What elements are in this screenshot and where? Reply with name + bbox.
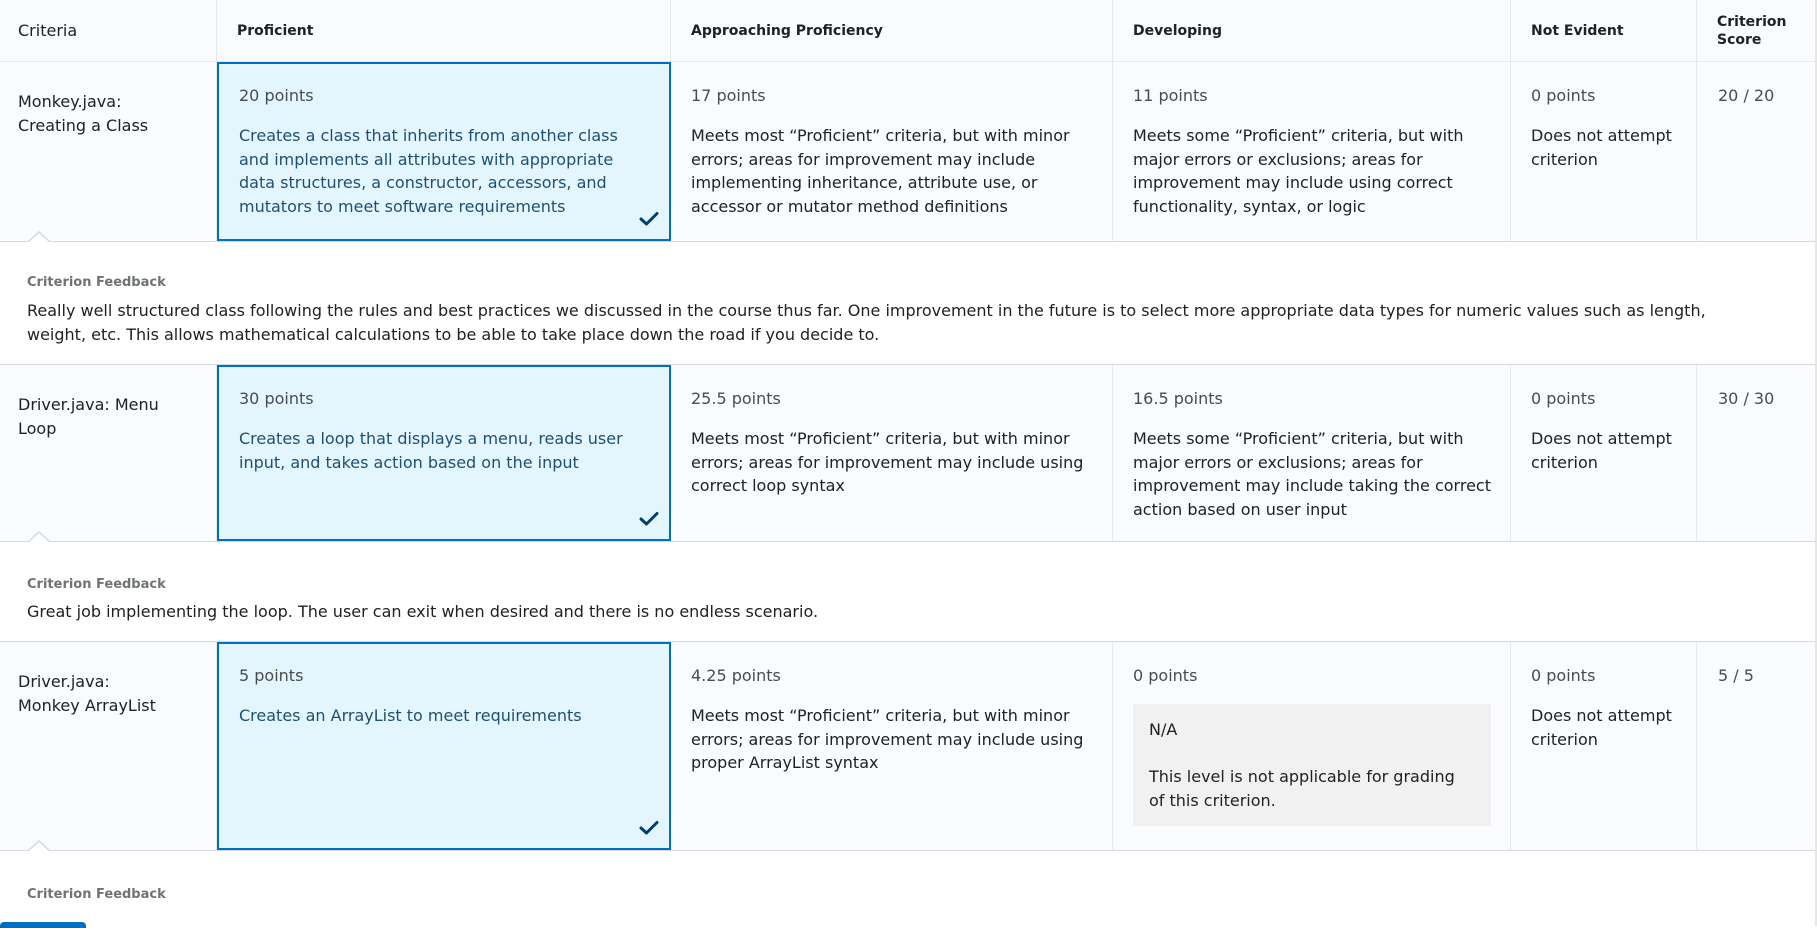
header-criteria: Criteria (0, 0, 217, 61)
not-applicable-title: N/A (1149, 720, 1178, 739)
level-description: Does not attempt criterion (1531, 706, 1672, 749)
level-approaching[interactable]: 4.25 points Meets most “Proficient” crit… (671, 642, 1113, 850)
feedback-label: Criterion Feedback (27, 887, 166, 902)
level-points: 0 points (1531, 389, 1596, 408)
level-points: 20 points (239, 86, 314, 105)
header-not-evident: Not Evident (1511, 0, 1697, 61)
not-applicable-text: This level is not applicable for grading… (1149, 767, 1455, 810)
header-criterion-score: Criterion Score (1697, 0, 1815, 61)
criterion-feedback: Criterion Feedback Great job implementin… (0, 542, 1815, 642)
level-description: Meets some “Proficient” criteria, but wi… (1133, 126, 1464, 216)
level-points: 25.5 points (691, 389, 781, 408)
criterion-feedback: Criterion Feedback Really well structure… (0, 242, 1815, 365)
header-approaching-label: Approaching Proficiency (691, 22, 883, 39)
criterion-score-cell: 20 / 20 (1697, 62, 1815, 241)
level-description: Meets most “Proficient” criteria, but wi… (691, 429, 1084, 495)
level-proficient-selected[interactable]: 20 points Creates a class that inherits … (217, 62, 671, 241)
level-proficient-selected[interactable]: 5 points Creates an ArrayList to meet re… (217, 642, 671, 850)
level-points: 16.5 points (1133, 389, 1223, 408)
level-points: 30 points (239, 389, 314, 408)
level-description: Creates a class that inherits from anoth… (239, 126, 618, 216)
criterion-row: Driver.java: Menu Loop 30 points Creates… (0, 365, 1815, 542)
level-proficient-selected[interactable]: 30 points Creates a loop that displays a… (217, 365, 671, 541)
criterion-score: 20 / 20 (1718, 86, 1775, 105)
feedback-text: Great job implementing the loop. The use… (27, 602, 819, 621)
level-developing-not-applicable: 0 points N/A This level is not applicabl… (1113, 642, 1511, 850)
level-points: 0 points (1531, 666, 1596, 685)
header-proficient: Proficient (217, 0, 671, 61)
feedback-label: Criterion Feedback (27, 577, 166, 592)
criterion-name: Driver.java: Menu Loop (18, 395, 159, 438)
level-points: 4.25 points (691, 666, 781, 685)
level-points: 0 points (1133, 666, 1198, 685)
bottom-tab-indicator[interactable] (0, 922, 86, 928)
level-developing[interactable]: 11 points Meets some “Proficient” criter… (1113, 62, 1511, 241)
level-points: 5 points (239, 666, 304, 685)
header-not-evident-label: Not Evident (1531, 22, 1624, 39)
header-criteria-label: Criteria (18, 21, 78, 40)
level-points: 0 points (1531, 86, 1596, 105)
header-developing: Developing (1113, 0, 1511, 61)
checkmark-icon (639, 821, 659, 835)
checkmark-icon (639, 212, 659, 226)
level-description: Creates a loop that displays a menu, rea… (239, 429, 623, 472)
criterion-score-cell: 5 / 5 (1697, 642, 1815, 850)
level-description: Does not attempt criterion (1531, 126, 1672, 169)
level-not-evident[interactable]: 0 points Does not attempt criterion (1511, 62, 1697, 241)
level-description: Meets most “Proficient” criteria, but wi… (691, 706, 1084, 772)
criterion-feedback: Criterion Feedback (0, 851, 1815, 926)
header-proficient-label: Proficient (237, 22, 314, 39)
feedback-label: Criterion Feedback (27, 275, 166, 290)
header-criterion-score-label: Criterion Score (1717, 13, 1787, 48)
criterion-name-cell: Driver.java: Monkey ArrayList (0, 642, 217, 850)
level-points: 11 points (1133, 86, 1208, 105)
header-developing-label: Developing (1133, 22, 1222, 39)
level-developing[interactable]: 16.5 points Meets some “Proficient” crit… (1113, 365, 1511, 541)
criterion-name-cell: Monkey.java: Creating a Class (0, 62, 217, 241)
checkmark-icon (639, 512, 659, 526)
level-approaching[interactable]: 25.5 points Meets most “Proficient” crit… (671, 365, 1113, 541)
criterion-row: Monkey.java: Creating a Class 20 points … (0, 62, 1815, 242)
level-not-evident[interactable]: 0 points Does not attempt criterion (1511, 642, 1697, 850)
level-description: Meets most “Proficient” criteria, but wi… (691, 126, 1070, 216)
level-description: Creates an ArrayList to meet requirement… (239, 706, 582, 725)
criterion-score: 30 / 30 (1718, 389, 1775, 408)
level-description: Does not attempt criterion (1531, 429, 1672, 472)
rubric-table: Criteria Proficient Approaching Proficie… (0, 0, 1817, 928)
feedback-text: Really well structured class following t… (27, 301, 1706, 344)
criterion-name-cell: Driver.java: Menu Loop (0, 365, 217, 541)
criterion-name: Monkey.java: Creating a Class (18, 92, 149, 135)
level-not-evident[interactable]: 0 points Does not attempt criterion (1511, 365, 1697, 541)
level-points: 17 points (691, 86, 766, 105)
level-approaching[interactable]: 17 points Meets most “Proficient” criter… (671, 62, 1113, 241)
level-description: Meets some “Proficient” criteria, but wi… (1133, 429, 1491, 519)
criterion-score: 5 / 5 (1718, 666, 1754, 685)
rubric-header: Criteria Proficient Approaching Proficie… (0, 0, 1815, 62)
criterion-row: Driver.java: Monkey ArrayList 5 points C… (0, 642, 1815, 851)
criterion-name: Driver.java: Monkey ArrayList (18, 672, 156, 715)
criterion-score-cell: 30 / 30 (1697, 365, 1815, 541)
header-approaching: Approaching Proficiency (671, 0, 1113, 61)
not-applicable-box: N/A This level is not applicable for gra… (1133, 704, 1491, 826)
